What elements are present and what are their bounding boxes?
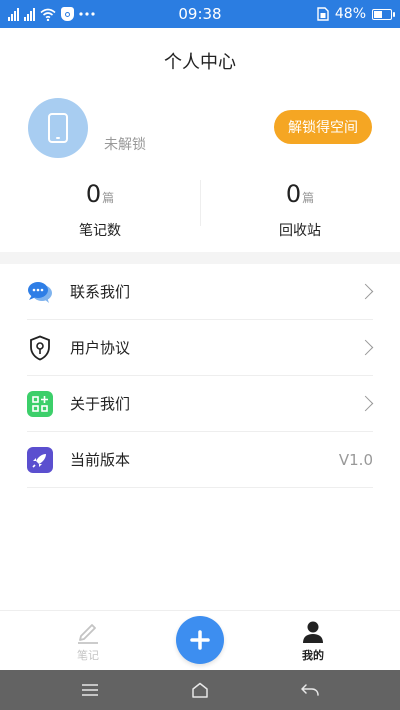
chat-bubbles-icon bbox=[27, 279, 53, 305]
version-value: V1.0 bbox=[338, 450, 373, 469]
apps-icon bbox=[27, 390, 53, 417]
menu-item-about-us[interactable]: 关于我们 bbox=[27, 376, 374, 432]
status-right: 48% bbox=[317, 5, 395, 23]
lock-status: 未解锁 bbox=[104, 137, 146, 153]
chevron-right-icon bbox=[357, 339, 374, 356]
chevron-right-icon bbox=[357, 395, 374, 412]
tab-label: 我的 bbox=[302, 649, 324, 662]
menu-item-contact-us[interactable]: 联系我们 bbox=[27, 264, 374, 320]
tab-label: 笔记 bbox=[77, 649, 99, 662]
tab-notes[interactable]: 笔记 bbox=[58, 619, 118, 663]
phone-icon bbox=[48, 113, 68, 143]
section-divider bbox=[0, 252, 400, 264]
back-icon[interactable] bbox=[300, 680, 320, 700]
avatar[interactable] bbox=[28, 98, 88, 158]
stat-unit: 篇 bbox=[302, 191, 315, 205]
plus-icon bbox=[190, 630, 210, 650]
stat-label: 笔记数 bbox=[79, 223, 121, 239]
stat-unit: 篇 bbox=[102, 191, 115, 205]
stat-value: 0 bbox=[85, 180, 102, 208]
settings-menu: 联系我们 用户协议 关于我们 当前版本 V1.0 bbox=[0, 264, 400, 488]
battery-fill bbox=[374, 10, 382, 18]
home-icon[interactable] bbox=[190, 680, 210, 700]
chevron-right-icon bbox=[357, 283, 374, 300]
pencil-icon bbox=[58, 619, 118, 645]
status-bar: 09:38 48% bbox=[0, 0, 400, 28]
menu-icon[interactable] bbox=[80, 680, 100, 700]
system-nav-bar bbox=[0, 670, 400, 710]
stat-label: 回收站 bbox=[279, 223, 321, 239]
battery-icon bbox=[372, 8, 395, 20]
stat-value: 0 bbox=[285, 180, 302, 208]
sim-icon bbox=[317, 7, 329, 21]
stats-row: 0 篇 笔记数 0 篇 回收站 bbox=[0, 176, 400, 240]
battery-percent: 48% bbox=[334, 6, 366, 22]
screen: 09:38 48% 个人中心 未解锁 解锁得空间 0 篇 笔记数 0 篇 回收站 bbox=[0, 0, 400, 710]
menu-label: 用户协议 bbox=[70, 339, 131, 357]
stat-recycle-bin[interactable]: 0 篇 回收站 bbox=[200, 176, 400, 240]
menu-label: 关于我们 bbox=[70, 395, 131, 413]
unlock-space-button[interactable]: 解锁得空间 bbox=[274, 110, 372, 144]
menu-label: 当前版本 bbox=[70, 451, 131, 469]
page-title: 个人中心 bbox=[164, 52, 236, 73]
shield-icon bbox=[27, 335, 53, 361]
menu-item-current-version[interactable]: 当前版本 V1.0 bbox=[27, 432, 373, 488]
tab-mine[interactable]: 我的 bbox=[283, 619, 343, 663]
add-note-button[interactable] bbox=[176, 616, 224, 664]
stat-value-row: 0 篇 bbox=[0, 176, 200, 216]
menu-item-user-agreement[interactable]: 用户协议 bbox=[27, 320, 374, 376]
person-icon bbox=[283, 619, 343, 645]
rocket-icon bbox=[27, 446, 53, 473]
stat-value-row: 0 篇 bbox=[200, 176, 400, 216]
stat-notes-count[interactable]: 0 篇 笔记数 bbox=[0, 176, 200, 240]
menu-label: 联系我们 bbox=[70, 283, 131, 301]
